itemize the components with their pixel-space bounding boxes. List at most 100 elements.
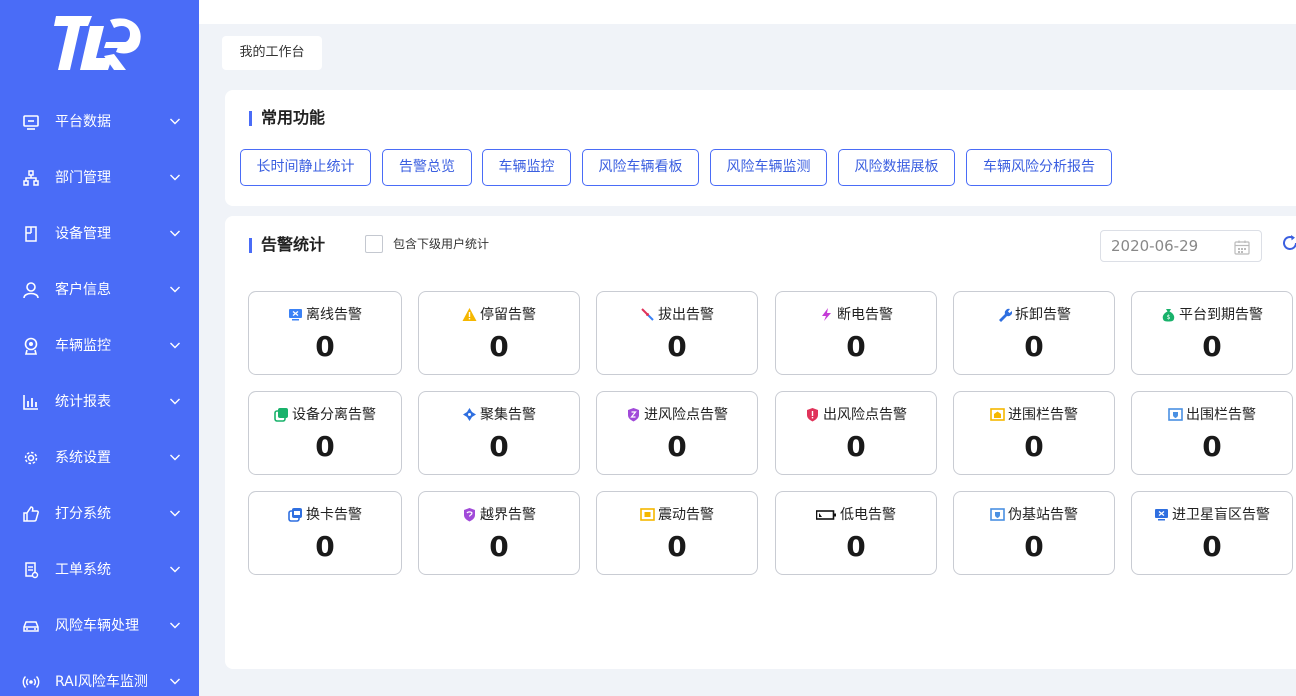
alarm-card-label: 进围栏告警 [1008,407,1078,423]
alarm-card-header: 震动告警 [597,505,757,523]
alarm-card[interactable]: 进卫星盲区告警 0 [1131,491,1293,575]
sidebar-item[interactable]: 设备管理 [0,206,199,262]
sidebar-item[interactable]: 平台数据 [0,94,199,150]
alarm-card-header: 聚集告警 [419,405,579,423]
alarm-card-value: 0 [489,530,509,563]
function-button[interactable]: 告警总览 [382,149,472,186]
chevron-down-icon [170,678,180,685]
alarm-card[interactable]: 越界告警 0 [418,491,580,575]
alarm-card[interactable]: 低电告警 0 [775,491,937,575]
sidebar-item-label: 部门管理 [55,170,111,186]
alarm-card-label: 伪基站告警 [1008,507,1078,523]
shield-in-icon [628,407,639,421]
alarm-card[interactable]: 断电告警 0 [775,291,937,375]
common-functions-title: 常用功能 [249,108,325,128]
alarm-card-value: 0 [1202,330,1222,363]
alarm-card[interactable]: 震动告警 0 [596,491,758,575]
sidebar-item[interactable]: 系统设置 [0,430,199,486]
include-subusers-label: 包含下级用户统计 [393,237,490,251]
tab-workbench[interactable]: 我的工作台 [222,36,322,70]
function-button[interactable]: 风险车辆看板 [582,149,699,186]
alarm-card-value: 0 [489,430,509,463]
cluster-icon [463,407,476,421]
sidebar: 平台数据部门管理设备管理客户信息车辆监控统计报表系统设置打分系统工单系统风险车辆… [0,0,199,696]
bar-chart-icon [23,395,38,410]
sidebar-item-label: 工单系统 [55,562,111,578]
sidebar-item[interactable]: 部门管理 [0,150,199,206]
sidebar-item[interactable]: 工单系统 [0,542,199,598]
alarm-card[interactable]: 出围栏告警 0 [1131,391,1293,475]
function-button[interactable]: 车辆风险分析报告 [966,149,1112,186]
alarm-card-label: 出围栏告警 [1186,407,1256,423]
fake-station-icon [990,507,1005,521]
alarm-card-value: 0 [667,430,687,463]
alarm-card-header: 拆卸告警 [954,305,1114,323]
sidebar-item[interactable]: 客户信息 [0,262,199,318]
alarm-card-label: 进卫星盲区告警 [1172,507,1270,523]
alarm-card-value: 0 [846,330,866,363]
alarm-card-label: 越界告警 [480,507,536,523]
alarm-card-header: 进风险点告警 [597,405,757,423]
alarm-card-value: 0 [489,330,509,363]
alarm-card[interactable]: 设备分离告警 0 [248,391,402,475]
function-button[interactable]: 风险数据展板 [838,149,955,186]
alarm-card-label: 离线告警 [306,307,362,323]
alarm-card-header: 进围栏告警 [954,405,1114,423]
device-icon [25,226,37,242]
alarm-card[interactable]: 伪基站告警 0 [953,491,1115,575]
alarm-card[interactable]: 拔出告警 0 [596,291,758,375]
alarm-card-value: 0 [667,530,687,563]
alarm-card[interactable]: 停留告警 0 [418,291,580,375]
alarm-card[interactable]: 离线告警 0 [248,291,402,375]
fence-out-icon [1168,407,1183,421]
alarm-stats-panel: 告警统计 包含下级用户统计 2020-06-29 离线告警 0 停留告警 0 拔出告警 0… [225,216,1296,669]
alarm-card-header: 离线告警 [249,305,401,323]
sidebar-item[interactable]: 打分系统 [0,486,199,542]
alarm-card-header: 设备分离告警 [249,405,401,423]
alarm-card-value: 0 [315,330,335,363]
alarm-card-label: 低电告警 [840,507,896,523]
device-separate-icon [274,407,288,422]
alarm-card[interactable]: 换卡告警 0 [248,491,402,575]
common-functions-panel: 常用功能 长时间静止统计 告警总览 车辆监控 风险车辆看板 风险车辆监测 风险数据展板 车辆… [225,90,1296,206]
alarm-card[interactable]: $ 平台到期告警 0 [1131,291,1293,375]
vibration-icon [640,507,655,521]
alarm-card-header: 低电告警 [776,505,936,523]
alarm-card-label: 出风险点告警 [823,407,907,423]
alarm-card[interactable]: 进风险点告警 0 [596,391,758,475]
chevron-down-icon [170,174,180,181]
alarm-card[interactable]: 拆卸告警 0 [953,291,1115,375]
alarm-card[interactable]: 进围栏告警 0 [953,391,1115,475]
alarm-card-label: 平台到期告警 [1179,307,1263,323]
alarm-card-value: 0 [846,530,866,563]
include-subusers-checkbox[interactable] [365,235,383,253]
function-button[interactable]: 长时间静止统计 [240,149,371,186]
function-button[interactable]: 车辆监控 [482,149,571,186]
alarm-card[interactable]: 出风险点告警 0 [775,391,937,475]
car-icon [23,621,39,632]
alarm-card-header: 伪基站告警 [954,505,1114,523]
alarm-card-label: 换卡告警 [306,507,362,523]
sidebar-item[interactable]: 风险车辆处理 [0,598,199,654]
alarm-card[interactable]: 聚集告警 0 [418,391,580,475]
sidebar-item-label: 统计报表 [55,394,111,410]
alarm-card-header: 进卫星盲区告警 [1132,505,1292,523]
alarm-card-header: 停留告警 [419,305,579,323]
svg-text:$: $ [1167,314,1171,321]
signal-icon [22,676,40,688]
refresh-icon[interactable] [1281,234,1296,252]
wrench-icon [999,308,1012,322]
alarm-card-label: 设备分离告警 [292,407,376,423]
monitor-icon [23,115,39,130]
sidebar-item[interactable]: RAI风险车监测 [0,654,199,696]
sidebar-item[interactable]: 统计报表 [0,374,199,430]
alarm-card-value: 0 [1024,530,1044,563]
sidebar-item[interactable]: 车辆监控 [0,318,199,374]
sidebar-item-label: 客户信息 [55,282,111,298]
date-picker[interactable]: 2020-06-29 [1100,230,1262,262]
alarm-card-value: 0 [667,330,687,363]
alarm-card-header: 换卡告警 [249,505,401,523]
sidebar-item-label: 系统设置 [55,450,111,466]
function-button[interactable]: 风险车辆监测 [710,149,827,186]
alarm-card-value: 0 [315,530,335,563]
